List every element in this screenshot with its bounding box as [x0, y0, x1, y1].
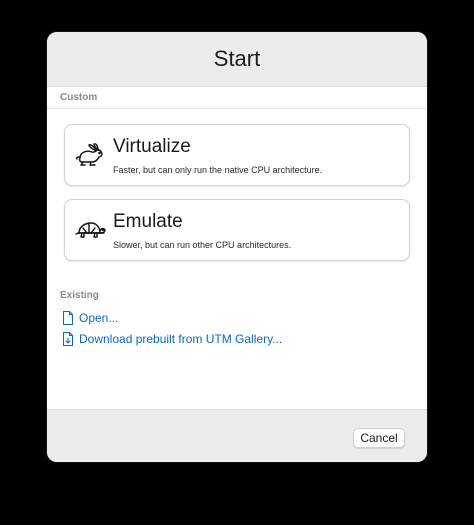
cancel-button[interactable]: Cancel	[353, 428, 405, 448]
emulate-option-card[interactable]: Emulate Slower, but can run other CPU ar…	[64, 199, 410, 261]
rabbit-icon	[74, 141, 106, 169]
document-icon	[62, 311, 74, 325]
virtualize-description: Faster, but can only run the native CPU …	[113, 165, 323, 175]
custom-section-label: Custom	[60, 92, 98, 103]
start-dialog: Start Custom Virtualize Faster, but can …	[47, 32, 427, 462]
emulate-description: Slower, but can run other CPU architectu…	[113, 240, 292, 250]
open-link-label: Open...	[79, 311, 119, 325]
dialog-title: Start	[213, 46, 261, 71]
dialog-footer: Cancel	[47, 409, 427, 462]
download-document-icon	[62, 332, 74, 346]
turtle-icon	[74, 216, 106, 244]
download-gallery-link-label: Download prebuilt from UTM Gallery...	[79, 332, 283, 346]
virtualize-option-card[interactable]: Virtualize Faster, but can only run the …	[64, 124, 410, 186]
existing-section-label: Existing	[60, 290, 99, 301]
emulate-title: Emulate	[113, 211, 183, 232]
custom-divider	[47, 108, 427, 109]
virtualize-title: Virtualize	[113, 136, 191, 157]
dialog-header: Start	[47, 32, 427, 87]
